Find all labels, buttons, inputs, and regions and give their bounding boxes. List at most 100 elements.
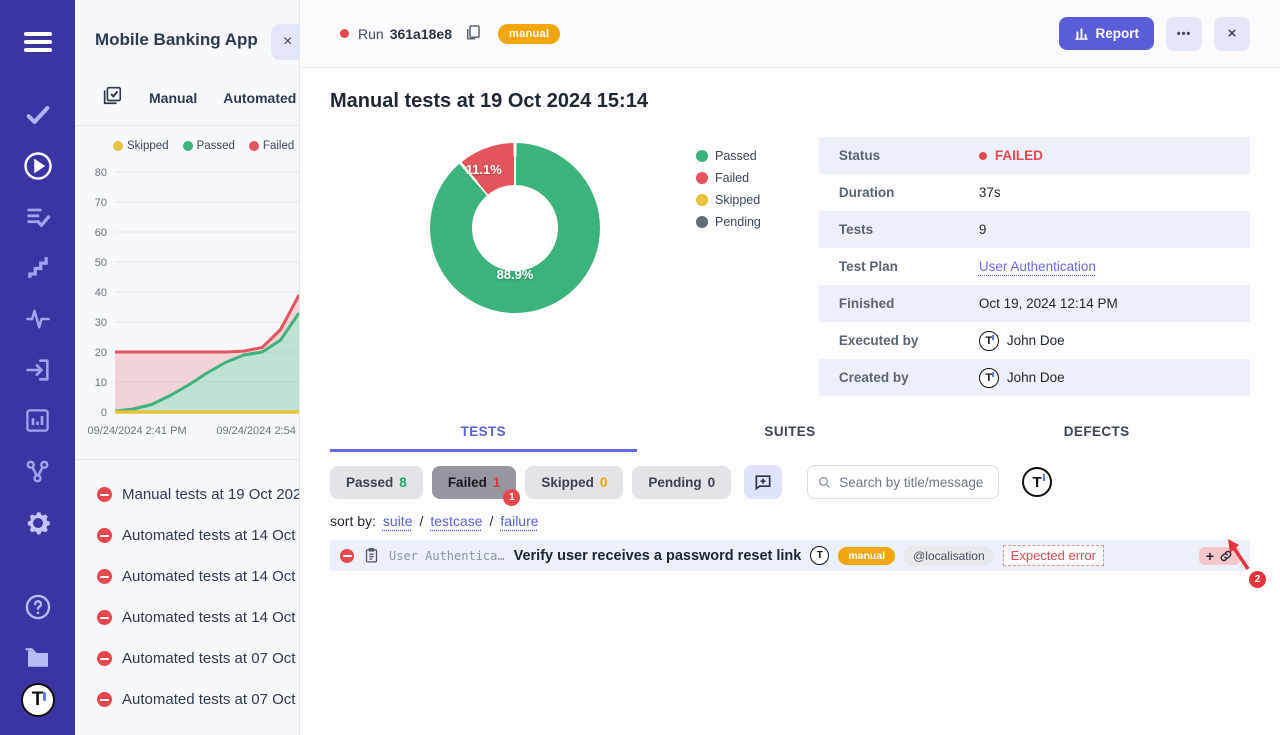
add-icon[interactable]: + xyxy=(1206,549,1214,563)
assignee-avatar[interactable]: T xyxy=(1022,467,1052,497)
panel-close-button[interactable]: × xyxy=(271,24,300,60)
select-runs-icon[interactable] xyxy=(101,84,123,111)
detail-row-duration: Duration 37s xyxy=(819,174,1250,211)
filter-skipped-button[interactable]: Skipped0 xyxy=(525,466,623,499)
sort-row: sort by: suite / testcase / failure xyxy=(330,513,1250,529)
sort-label: sort by: xyxy=(330,513,376,529)
run-list-item[interactable]: Automated tests at 14 Oct 2 xyxy=(97,515,299,556)
branch-icon[interactable] xyxy=(0,446,75,497)
run-details-table: Status FAILED Duration 37s Tests 9 Test … xyxy=(819,137,1250,396)
test-suite-name[interactable]: User Authentica… xyxy=(389,549,505,563)
svg-text:09/24/2024 2:54 PM: 09/24/2024 2:54 PM xyxy=(216,425,299,437)
status-dot-icon xyxy=(979,152,987,160)
skipped-dot-icon xyxy=(696,194,708,206)
result-donut-chart[interactable]: 88.9% 11.1% xyxy=(430,143,600,313)
project-title: Mobile Banking App xyxy=(95,30,299,50)
tab-automated[interactable]: Automated xyxy=(223,90,296,106)
user-avatar-logo[interactable]: T xyxy=(21,683,55,717)
test-plan-link[interactable]: User Authentication xyxy=(979,259,1096,274)
skipped-dot-icon xyxy=(113,141,123,151)
copy-run-id-button[interactable] xyxy=(462,21,484,46)
failed-test-row[interactable]: User Authentica… Verify user receives a … xyxy=(330,540,1250,571)
donut-legend: Passed Failed Skipped Pending xyxy=(696,149,761,396)
failed-run-icon xyxy=(97,610,112,625)
reports-chart-icon[interactable] xyxy=(0,395,75,446)
failed-test-icon xyxy=(340,549,354,563)
tests-check-icon[interactable] xyxy=(0,89,75,140)
settings-gear-icon[interactable] xyxy=(0,497,75,548)
detail-row-finished: Finished Oct 19, 2024 12:14 PM xyxy=(819,285,1250,322)
svg-text:70: 70 xyxy=(95,197,107,209)
run-type-badge: manual xyxy=(498,24,560,44)
message-plus-icon xyxy=(753,472,773,492)
failed-dot-icon xyxy=(249,141,259,151)
more-options-button[interactable]: ••• xyxy=(1166,17,1202,51)
detail-row-executed-by: Executed by TJohn Doe xyxy=(819,322,1250,359)
tab-manual[interactable]: Manual xyxy=(149,90,197,106)
filter-pending-button[interactable]: Pending0 xyxy=(632,466,731,499)
filter-passed-button[interactable]: Passed8 xyxy=(330,466,423,499)
help-icon[interactable] xyxy=(0,581,75,632)
sort-by-suite-link[interactable]: suite xyxy=(383,513,413,529)
filter-failed-button[interactable]: Failed11 xyxy=(432,466,517,499)
annotation-step-badge: 2 xyxy=(1249,571,1266,588)
trend-chart-legend: Skipped Passed Failed xyxy=(75,140,299,152)
add-comment-button[interactable] xyxy=(744,465,782,499)
close-run-button[interactable]: × xyxy=(1214,17,1250,51)
svg-text:60: 60 xyxy=(95,227,107,239)
milestones-steps-icon[interactable] xyxy=(0,242,75,293)
import-icon[interactable] xyxy=(0,344,75,395)
menu-icon[interactable] xyxy=(0,16,75,67)
runs-play-icon[interactable] xyxy=(0,140,75,191)
run-list-item[interactable]: Automated tests at 07 Oct 2 xyxy=(97,638,299,679)
test-tag-badge: @localisation xyxy=(904,546,994,566)
sort-by-failure-link[interactable]: failure xyxy=(500,513,538,529)
svg-text:40: 40 xyxy=(95,287,107,299)
run-list-item[interactable]: Automated tests at 14 Oct 2 xyxy=(97,597,299,638)
sort-by-testcase-link[interactable]: testcase xyxy=(430,513,482,529)
svg-text:30: 30 xyxy=(95,317,107,329)
panel-tabs: Manual Automated xyxy=(75,72,299,126)
user-avatar: T xyxy=(979,368,999,388)
tab-tests[interactable]: TESTS xyxy=(330,416,637,452)
detail-row-status: Status FAILED xyxy=(819,137,1250,174)
runs-trend-chart: Skipped Passed Failed 010203040506070800… xyxy=(75,126,299,460)
svg-text:09/24/2024 2:41 PM: 09/24/2024 2:41 PM xyxy=(88,425,187,437)
pending-dot-icon xyxy=(696,216,708,228)
runs-list: Manual tests at 19 Oct 2024 Automated te… xyxy=(75,460,299,720)
run-header: Run 361a18e8 manual Report ••• × xyxy=(300,0,1280,68)
run-list-item[interactable]: Manual tests at 19 Oct 2024 xyxy=(97,474,299,515)
test-title[interactable]: Verify user receives a password reset li… xyxy=(514,548,802,564)
passed-dot-icon xyxy=(183,141,193,151)
result-tabs: TESTS SUITES DEFECTS xyxy=(330,416,1250,452)
run-list-item[interactable]: Automated tests at 07 Oct 2 xyxy=(97,679,299,720)
tab-suites[interactable]: SUITES xyxy=(637,416,944,452)
passed-dot-icon xyxy=(696,150,708,162)
filter-row: Passed8 Failed11 Skipped0 Pending0 T xyxy=(330,465,1250,499)
detail-row-testplan: Test Plan User Authentication xyxy=(819,248,1250,285)
run-status-dot-icon xyxy=(340,29,349,38)
status-badge: FAILED xyxy=(995,148,1043,163)
donut-passed-label: 88.9% xyxy=(497,267,534,282)
test-row-actions[interactable]: + xyxy=(1199,547,1240,565)
projects-folder-icon[interactable] xyxy=(0,632,75,683)
report-button[interactable]: Report xyxy=(1059,17,1155,50)
panel-header: Mobile Banking App × xyxy=(75,0,299,72)
plans-list-icon[interactable] xyxy=(0,191,75,242)
trend-area-chart[interactable]: 0102030405060708009/24/2024 2:41 PM09/24… xyxy=(75,154,299,454)
pulse-activity-icon[interactable] xyxy=(0,293,75,344)
failed-run-icon xyxy=(97,569,112,584)
run-list-item[interactable]: Automated tests at 14 Oct 2 xyxy=(97,556,299,597)
run-detail-main: Run 361a18e8 manual Report ••• × Manual … xyxy=(300,0,1280,735)
app-root: T Mobile Banking App × Manual Automated … xyxy=(0,0,1280,735)
svg-text:80: 80 xyxy=(95,167,107,179)
svg-text:50: 50 xyxy=(95,257,107,269)
run-label: Run xyxy=(358,26,384,42)
test-assignee-avatar: T xyxy=(810,546,829,565)
search-input[interactable] xyxy=(839,475,988,490)
svg-text:10: 10 xyxy=(95,377,107,389)
user-avatar: T xyxy=(979,331,999,351)
tab-defects[interactable]: DEFECTS xyxy=(943,416,1250,452)
expected-error-link[interactable]: Expected error xyxy=(1003,545,1104,566)
link-icon[interactable] xyxy=(1219,549,1233,563)
